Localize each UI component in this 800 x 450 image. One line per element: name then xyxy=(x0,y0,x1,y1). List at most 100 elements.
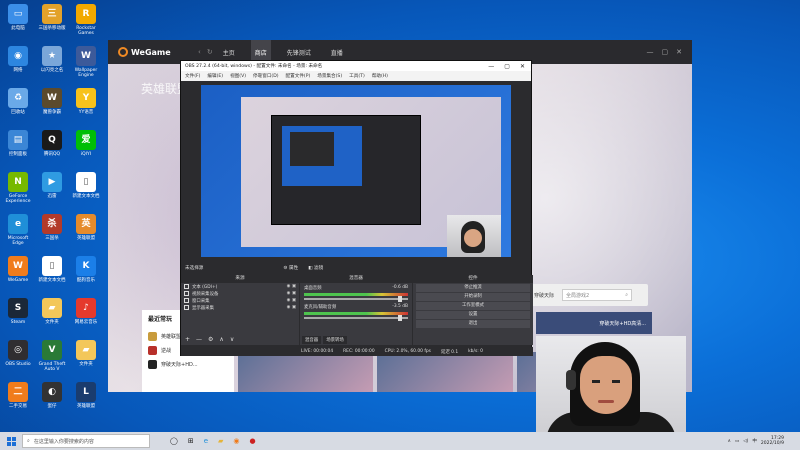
channel-name: 麦克风/辅助音频 xyxy=(304,305,337,310)
app-icon: e xyxy=(8,214,28,234)
recent-game-item[interactable]: 穿破天际+HD... xyxy=(148,357,228,371)
search-input[interactable]: 全局游戏2 ⌕ xyxy=(562,289,633,301)
source-item[interactable]: 文本 (GDI+) ◉ ▣ xyxy=(181,283,299,290)
desktop-icon[interactable]: Y YY语音 xyxy=(70,86,102,128)
desktop-icon[interactable]: ▭ 此电脑 xyxy=(2,2,34,44)
obs-icon[interactable]: ● xyxy=(250,437,256,445)
desktop-icon-label: Microsoft Edge xyxy=(7,236,29,246)
desktop-icon[interactable]: S Steam xyxy=(2,296,34,338)
thumbnail[interactable] xyxy=(238,352,374,392)
wegame-icon[interactable]: ◉ xyxy=(233,437,239,445)
visibility-icon[interactable]: ◉ ▣ xyxy=(287,305,296,310)
tray-arrow-icon[interactable]: ∧ xyxy=(728,439,731,444)
taskbar-search[interactable]: ⌕ 在这里输入你要搜索的内容 xyxy=(22,434,150,448)
desktop-icon[interactable]: ◎ OBS Studio xyxy=(2,338,34,380)
control-button[interactable]: 停止推流 xyxy=(416,284,530,292)
mixer-tab[interactable]: 场景转场 xyxy=(323,336,347,344)
volume-slider[interactable] xyxy=(304,315,408,321)
desktop-icon[interactable]: ▰ 文件夹 xyxy=(70,338,102,380)
desktop-icon[interactable]: K 酷狗音乐 xyxy=(70,254,102,296)
desktop-icon[interactable]: ▶ 迅雷 xyxy=(36,170,68,212)
menu-item[interactable]: 编辑(E) xyxy=(207,73,223,79)
sources-header: 来源 xyxy=(181,275,299,283)
maximize-icon[interactable]: ▢ xyxy=(504,63,510,70)
desktop-icon[interactable]: 英英雄联盟 xyxy=(70,212,102,254)
up-icon[interactable]: ∧ xyxy=(219,336,223,343)
gear-icon[interactable]: ⚙ 属性 xyxy=(283,265,298,271)
gear-icon[interactable]: ⚙ xyxy=(208,336,213,343)
desktop-icon[interactable]: ♪ 网易云音乐 xyxy=(70,296,102,338)
menu-item[interactable]: 文件(F) xyxy=(185,73,200,79)
desktop-icon-label: 此电脑 xyxy=(11,26,25,31)
refresh-icon[interactable]: ↻ xyxy=(207,48,213,56)
add-icon[interactable]: + xyxy=(185,336,190,343)
source-item[interactable]: 窗口采集 ◉ ▣ xyxy=(181,297,299,304)
start-button[interactable] xyxy=(0,436,22,446)
desktop-icon[interactable]: 杀三国杀 xyxy=(36,212,68,254)
game-banner[interactable]: 穿破天际+HD高清... xyxy=(536,312,652,334)
menu-item[interactable]: 视图(V) xyxy=(230,73,246,79)
ime-icon[interactable]: 中 xyxy=(752,438,757,444)
menu-item[interactable]: 配置文件(P) xyxy=(286,73,311,79)
desktop-icon[interactable]: ♻ 回收站 xyxy=(2,86,34,128)
menu-item[interactable]: 帮助(H) xyxy=(372,73,388,79)
mixer-tab[interactable]: 混音器 xyxy=(302,336,322,344)
desktop-icon[interactable]: 三三国杀移动版 xyxy=(36,2,68,44)
desktop-icon[interactable]: ◐ 蛋仔 xyxy=(36,380,68,422)
control-button[interactable]: 退出 xyxy=(416,320,530,328)
clock[interactable]: 17:29 2022/10/9 xyxy=(761,436,784,446)
volume-icon[interactable]: ◁) xyxy=(743,439,748,444)
desktop-icon[interactable]: R Rockstar Games xyxy=(70,2,102,44)
visibility-icon[interactable]: ◉ ▣ xyxy=(287,291,296,296)
control-button[interactable]: 工作室模式 xyxy=(416,302,530,310)
down-icon[interactable]: ∨ xyxy=(230,336,234,343)
task-view-icon[interactable]: ◯ xyxy=(170,437,178,445)
close-icon[interactable]: ✕ xyxy=(520,63,525,70)
desktop-icon[interactable]: ▯ 新建文本文档 xyxy=(36,254,68,296)
visibility-icon[interactable]: ◉ ▣ xyxy=(287,284,296,289)
control-button[interactable]: 设置 xyxy=(416,311,530,319)
desktop-icon[interactable]: Q 腾讯QQ xyxy=(36,128,68,170)
source-item[interactable]: 视频采集设备 ◉ ▣ xyxy=(181,290,299,297)
desktop-icon[interactable]: L 英雄联盟 xyxy=(70,380,102,422)
desktop-icon[interactable]: 二二手交易 xyxy=(2,380,34,422)
menu-item[interactable]: 工具(T) xyxy=(349,73,365,79)
app-icon: ◉ xyxy=(8,46,28,66)
edge-icon[interactable]: e xyxy=(204,437,208,445)
visibility-icon[interactable]: ◉ ▣ xyxy=(287,298,296,303)
desktop-icon[interactable]: V Grand Theft Auto V xyxy=(36,338,68,380)
minimize-icon[interactable]: — xyxy=(488,63,494,70)
desktop-icon[interactable]: N GeForce Experience xyxy=(2,170,34,212)
network-icon[interactable]: ▭ xyxy=(735,439,739,444)
webcam-overlay xyxy=(536,336,686,432)
remove-icon[interactable]: — xyxy=(196,336,202,343)
desktop-icon[interactable]: W WeGame xyxy=(2,254,34,296)
close-icon[interactable]: ✕ xyxy=(676,48,682,56)
desktop-icon[interactable]: e Microsoft Edge xyxy=(2,212,34,254)
desktop-icon[interactable]: W 魔兽争霸 xyxy=(36,86,68,128)
maximize-icon[interactable]: ▢ xyxy=(662,48,669,56)
control-button[interactable]: 开始录制 xyxy=(416,293,530,301)
thumbnail[interactable] xyxy=(377,352,513,392)
menu-item[interactable]: 场景集合(S) xyxy=(317,73,342,79)
back-icon[interactable]: ‹ xyxy=(198,48,201,56)
channel-name: 桌面音频 xyxy=(304,286,322,291)
desktop-icon[interactable]: W Wallpaper Engine xyxy=(70,44,102,86)
desktop-icon[interactable]: ◉ 网络 xyxy=(2,44,34,86)
status-item: kb/s: 0 xyxy=(468,349,483,354)
source-item[interactable]: 显示器采集 ◉ ▣ xyxy=(181,304,299,311)
volume-slider[interactable] xyxy=(304,296,408,302)
menu-item[interactable]: 停靠窗口(D) xyxy=(253,73,279,79)
widgets-icon[interactable]: ⊞ xyxy=(188,437,194,445)
minimize-icon[interactable]: — xyxy=(647,48,654,56)
folder-icon[interactable]: ▰ xyxy=(218,437,223,445)
desktop-icon[interactable]: 爱 iQIYI xyxy=(70,128,102,170)
desktop-icon[interactable]: ▤ 控制面板 xyxy=(2,128,34,170)
desktop-icon[interactable]: ▰ 文件夹 xyxy=(36,296,68,338)
desktop-icon[interactable]: ▯ 新建文本文档 xyxy=(70,170,102,212)
desktop-icon[interactable]: ★ 以闪亮之名 xyxy=(36,44,68,86)
obs-preview[interactable] xyxy=(201,85,511,257)
filter-icon[interactable]: ◧ 滤镜 xyxy=(308,265,323,271)
obs-window[interactable]: OBS 27.2.4 (64-bit, windows) - 配置文件: 未命名… xyxy=(180,60,533,356)
wegame-logo[interactable]: WeGame xyxy=(118,47,198,57)
